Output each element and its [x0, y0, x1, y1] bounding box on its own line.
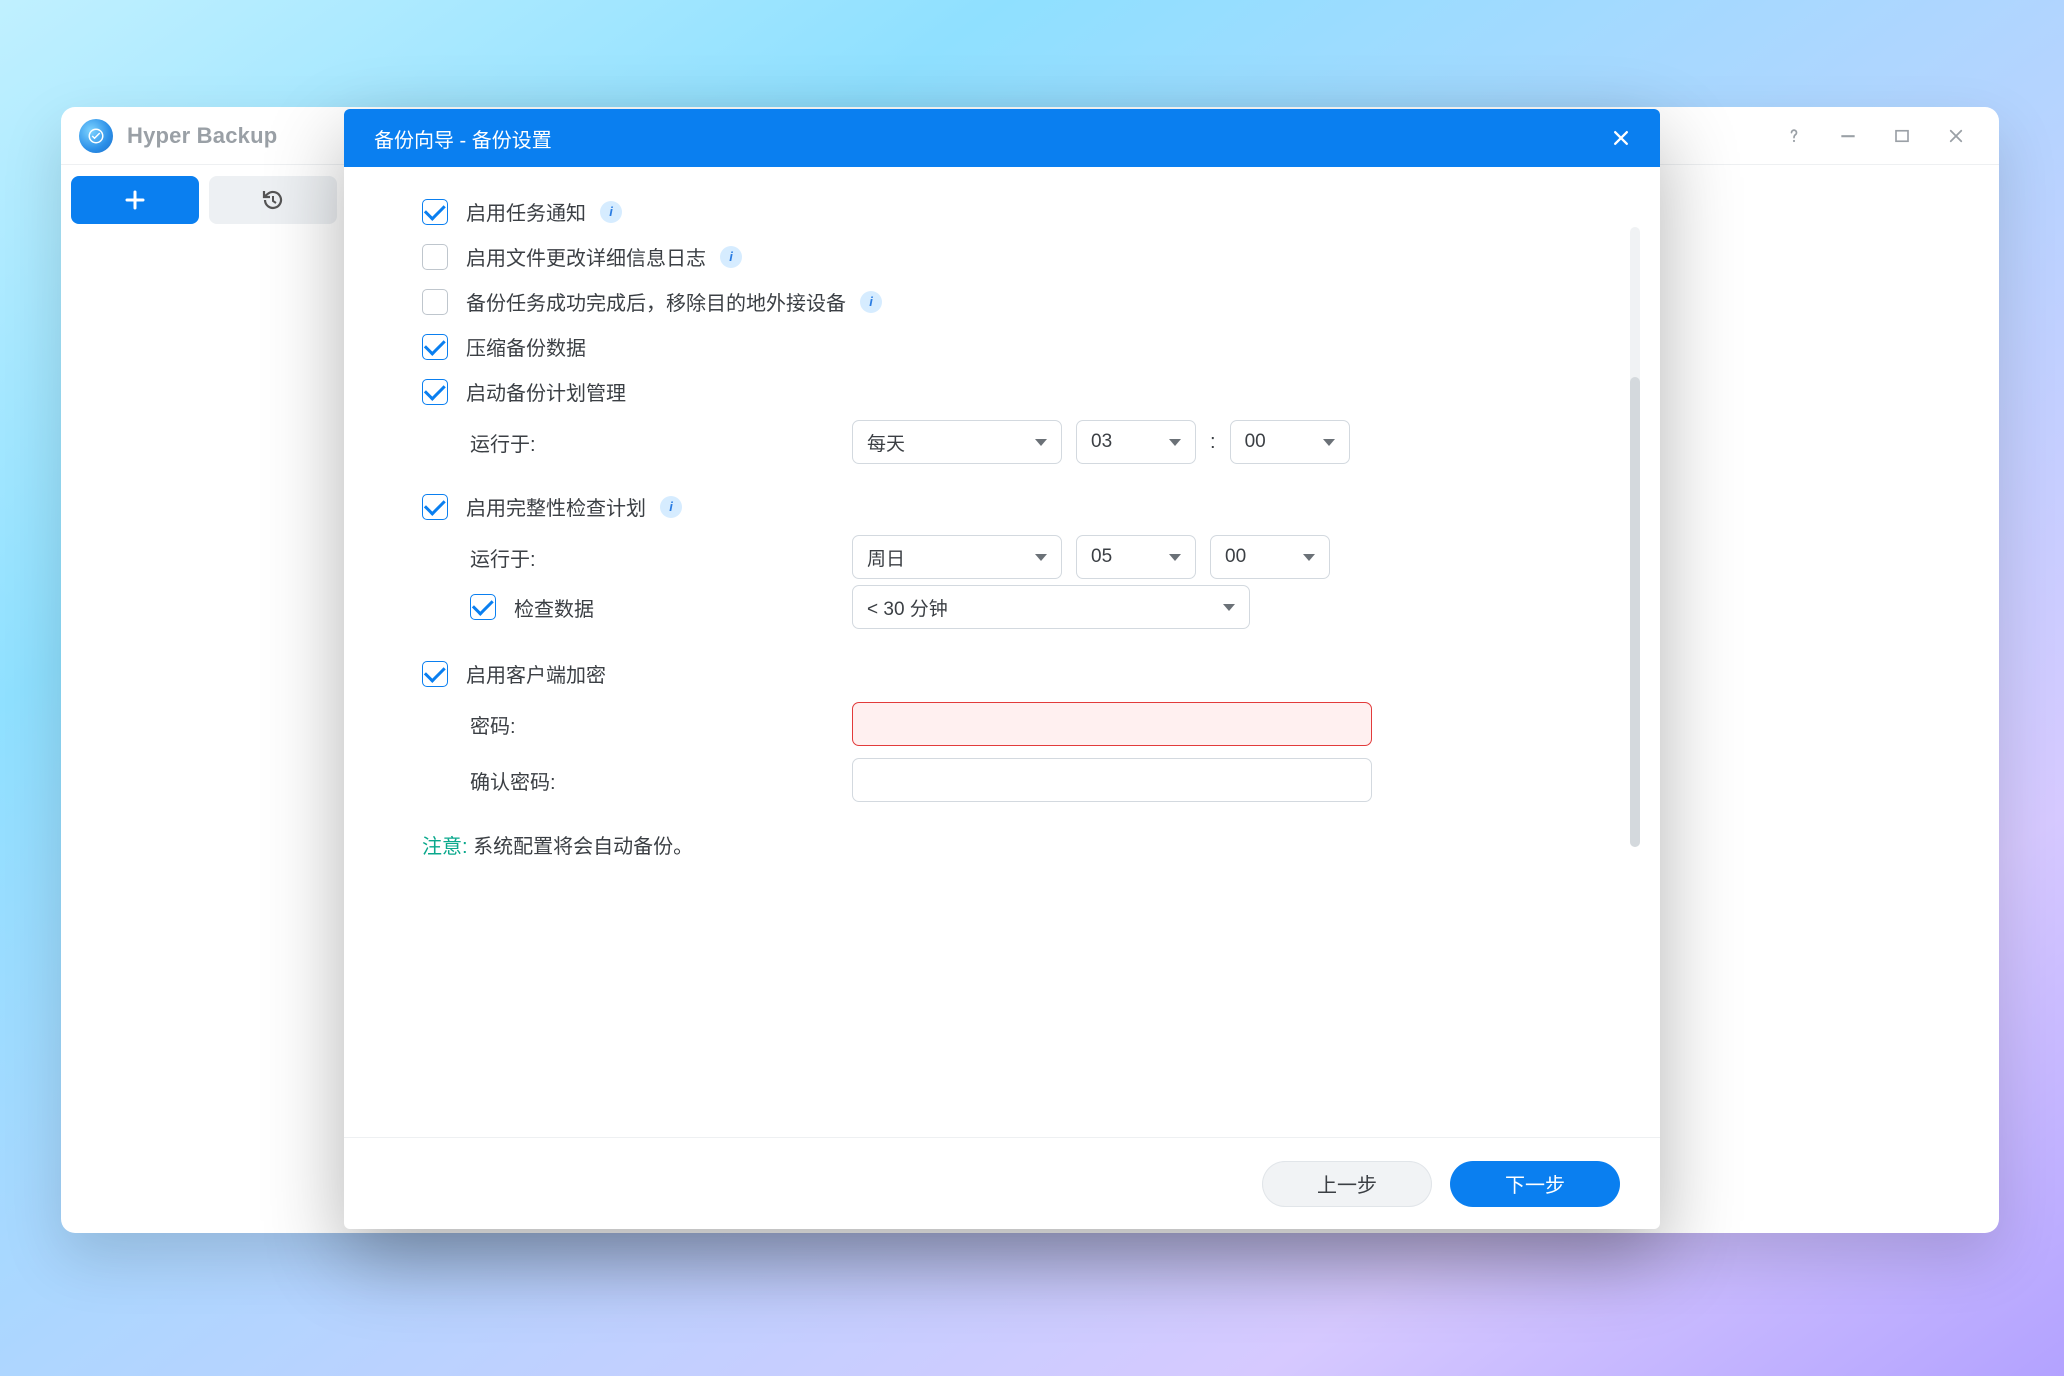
select-check-duration[interactable]: < 30 分钟 [852, 585, 1250, 629]
scrollbar-thumb[interactable] [1630, 377, 1640, 847]
row-password: 密码: [422, 696, 1600, 752]
select-integrity-minute[interactable]: 00 [1210, 535, 1330, 579]
app-logo-icon [79, 119, 113, 153]
row-check-data: 检查数据 < 30 分钟 [422, 585, 1600, 629]
select-integrity-hour-value: 05 [1091, 546, 1112, 568]
row-enable-client-encryption: 启用客户端加密 [422, 651, 1600, 696]
row-enable-integrity-check: 启用完整性检查计划 [422, 484, 1600, 529]
chevron-down-icon [1169, 439, 1181, 446]
modal-header: 备份向导 - 备份设置 [344, 109, 1660, 167]
chevron-down-icon [1323, 439, 1335, 446]
add-task-button[interactable] [71, 176, 199, 224]
select-backup-minute[interactable]: 00 [1230, 420, 1350, 464]
checkbox-integrity-check[interactable] [422, 494, 448, 520]
chevron-down-icon [1303, 554, 1315, 561]
modal-close-button[interactable] [1604, 121, 1638, 155]
label-integrity-check: 启用完整性检查计划 [466, 492, 646, 521]
row-remove-external-after-success: 备份任务成功完成后，移除目的地外接设备 [422, 279, 1600, 324]
checkbox-client-encryption[interactable] [422, 661, 448, 687]
checkbox-check-data[interactable] [470, 594, 496, 620]
select-integrity-frequency[interactable]: 周日 [852, 535, 1062, 579]
chevron-down-icon [1035, 554, 1047, 561]
input-password-wrapper [852, 702, 1372, 746]
label-run-at: 运行于: [422, 428, 852, 457]
select-backup-hour[interactable]: 03 [1076, 420, 1196, 464]
label-remove-external: 备份任务成功完成后，移除目的地外接设备 [466, 287, 846, 316]
next-button[interactable]: 下一步 [1450, 1161, 1620, 1207]
label-enable-file-change-log: 启用文件更改详细信息日志 [466, 242, 706, 271]
row-backup-run-at: 运行于: 每天 03 : 00 [422, 414, 1600, 470]
chevron-down-icon [1223, 604, 1235, 611]
select-backup-frequency-value: 每天 [867, 429, 905, 456]
row-confirm-password: 确认密码: [422, 752, 1600, 808]
row-enable-task-notification: 启用任务通知 [422, 189, 1600, 234]
checkbox-enable-file-change-log[interactable] [422, 244, 448, 270]
backup-wizard-modal: 备份向导 - 备份设置 启用任务通知 启用文件更改详细信息日志 备份任务成功完成… [344, 109, 1660, 1229]
app-title: Hyper Backup [127, 123, 277, 149]
label-run-at-2: 运行于: [422, 543, 852, 572]
checkbox-compress[interactable] [422, 334, 448, 360]
row-enable-file-change-log: 启用文件更改详细信息日志 [422, 234, 1600, 279]
maximize-button[interactable] [1875, 107, 1929, 165]
checkbox-remove-external[interactable] [422, 289, 448, 315]
modal-title: 备份向导 - 备份设置 [374, 124, 552, 153]
note: 注意: 系统配置将会自动备份。 [422, 830, 1600, 859]
row-integrity-run-at: 运行于: 周日 05 00 [422, 529, 1600, 585]
select-integrity-minute-value: 00 [1225, 546, 1246, 568]
scrollbar[interactable] [1630, 227, 1640, 847]
select-backup-minute-value: 00 [1245, 431, 1266, 453]
select-backup-hour-value: 03 [1091, 431, 1112, 453]
checkbox-enable-task-notification[interactable] [422, 199, 448, 225]
label-password: 密码: [422, 710, 852, 739]
note-text: 系统配置将会自动备份。 [468, 836, 694, 858]
restore-button[interactable] [209, 176, 337, 224]
label-backup-schedule: 启动备份计划管理 [466, 377, 626, 406]
select-integrity-hour[interactable]: 05 [1076, 535, 1196, 579]
row-compress-backup-data: 压缩备份数据 [422, 324, 1600, 369]
chevron-down-icon [1035, 439, 1047, 446]
note-label: 注意: [422, 836, 468, 858]
info-icon[interactable] [660, 496, 682, 518]
time-separator: : [1210, 431, 1216, 454]
minimize-button[interactable] [1821, 107, 1875, 165]
input-confirm-password[interactable] [867, 759, 1357, 801]
info-icon[interactable] [600, 201, 622, 223]
input-confirm-password-wrapper [852, 758, 1372, 802]
select-integrity-frequency-value: 周日 [867, 544, 905, 571]
select-check-duration-value: < 30 分钟 [867, 594, 948, 621]
checkbox-backup-schedule[interactable] [422, 379, 448, 405]
label-enable-task-notification: 启用任务通知 [466, 197, 586, 226]
label-check-data: 检查数据 [514, 593, 594, 622]
help-button[interactable] [1767, 107, 1821, 165]
prev-button[interactable]: 上一步 [1262, 1161, 1432, 1207]
modal-body: 启用任务通知 启用文件更改详细信息日志 备份任务成功完成后，移除目的地外接设备 … [344, 167, 1660, 1137]
label-client-encryption: 启用客户端加密 [466, 659, 606, 688]
select-backup-frequency[interactable]: 每天 [852, 420, 1062, 464]
modal-footer: 上一步 下一步 [344, 1137, 1660, 1229]
window-close-button[interactable] [1929, 107, 1983, 165]
label-confirm-password: 确认密码: [422, 766, 852, 795]
input-password[interactable] [867, 703, 1357, 745]
chevron-down-icon [1169, 554, 1181, 561]
row-enable-backup-schedule: 启动备份计划管理 [422, 369, 1600, 414]
label-compress: 压缩备份数据 [466, 332, 586, 361]
info-icon[interactable] [860, 291, 882, 313]
info-icon[interactable] [720, 246, 742, 268]
